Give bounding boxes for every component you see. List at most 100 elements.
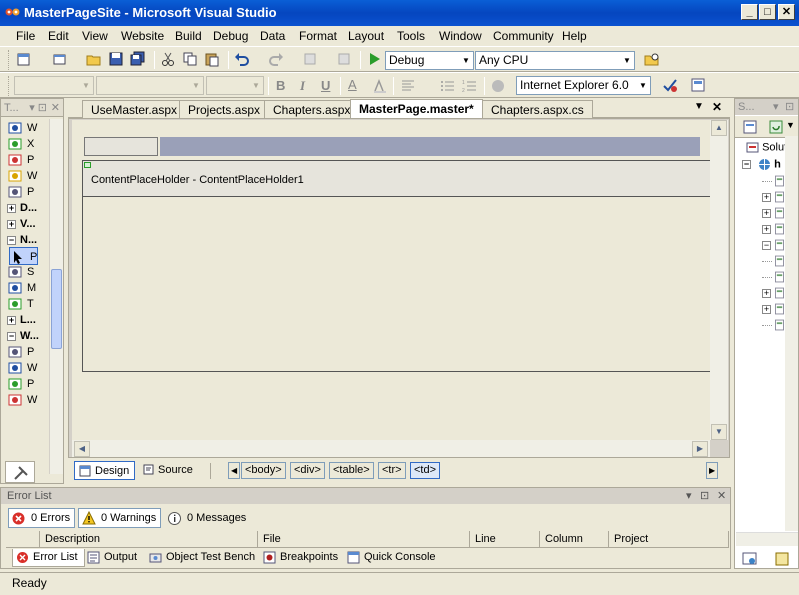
toolbox-item[interactable]: W [7, 391, 37, 409]
menu-help[interactable]: Help [562, 29, 587, 43]
bulleted-list-icon[interactable] [440, 78, 456, 94]
collapse-icon[interactable]: − [742, 160, 751, 169]
content-placeholder-region[interactable]: ContentPlaceHolder - ContentPlaceHolder1 [82, 160, 713, 372]
collapse-icon[interactable]: − [762, 240, 771, 250]
tab-quick-console[interactable]: Quick Console [344, 549, 442, 567]
font-color-icon[interactable]: A [348, 77, 357, 92]
menu-file[interactable]: File [16, 29, 35, 43]
expand-icon[interactable]: + [762, 192, 771, 202]
solution-tree-item[interactable]: + [762, 191, 786, 205]
toolbox-scrollbar[interactable] [49, 119, 63, 474]
expand-icon[interactable]: + [762, 224, 771, 234]
copy-icon[interactable] [182, 51, 198, 67]
scroll-right-button[interactable]: ▶ [692, 441, 708, 457]
refresh-icon[interactable] [769, 120, 783, 134]
column-header-file[interactable]: File [258, 531, 470, 548]
solution-tree-item[interactable] [762, 319, 786, 333]
collapse-icon[interactable]: − [7, 331, 16, 341]
horizontal-scrollbar[interactable]: ◀ ▶ [72, 440, 710, 457]
font-size-dropdown[interactable]: ▼ [206, 76, 264, 95]
design-view-button[interactable]: Design [74, 461, 136, 480]
undo-icon[interactable] [234, 51, 250, 67]
toolbar-grip[interactable] [8, 50, 11, 70]
solution-tree-item[interactable] [762, 255, 786, 269]
menu-format[interactable]: Format [299, 29, 337, 43]
solution-tree-item[interactable]: + [762, 287, 786, 301]
window-position-icon[interactable]: ▾ [773, 99, 779, 115]
toolbox-scroll-thumb[interactable] [51, 269, 62, 349]
tag-tr[interactable]: <tr> [378, 462, 406, 479]
column-header-column[interactable]: Column [540, 531, 609, 548]
solution-tree-item[interactable] [762, 175, 786, 189]
expand-icon[interactable]: + [7, 219, 16, 229]
minimize-button[interactable]: _ [741, 4, 758, 20]
messages-filter-button[interactable]: 0 Messages [164, 508, 251, 528]
tab-list-icon[interactable]: ▼ [694, 101, 704, 112]
solution-tree-item[interactable]: + [762, 223, 786, 237]
check-accessibility-icon[interactable] [662, 77, 678, 93]
maximize-button[interactable]: □ [759, 4, 776, 20]
project-node[interactable]: − h [742, 158, 781, 171]
solution-root-node[interactable]: Soluti [746, 141, 790, 154]
tag-table[interactable]: <table> [329, 462, 374, 479]
highlight-icon[interactable] [372, 78, 388, 94]
tab-projects-aspx[interactable]: Projects.aspx [179, 100, 270, 118]
open-folder-icon[interactable] [86, 51, 102, 67]
properties-icon[interactable] [743, 120, 757, 134]
underline-icon[interactable]: U [321, 78, 330, 93]
expand-icon[interactable]: + [7, 203, 16, 213]
tab-output[interactable]: Output [84, 549, 143, 567]
tag-td[interactable]: <td> [410, 462, 441, 479]
save-all-icon[interactable] [130, 51, 146, 67]
paste-icon[interactable] [204, 51, 220, 67]
menu-edit[interactable]: Edit [48, 29, 69, 43]
justify-icon[interactable] [400, 78, 416, 94]
scroll-tags-right-button[interactable]: ▶ [706, 462, 719, 479]
menu-window[interactable]: Window [439, 29, 482, 43]
tag-body[interactable]: <body> [241, 462, 286, 479]
expand-icon[interactable]: + [762, 208, 771, 218]
bold-icon[interactable]: B [276, 78, 285, 93]
page-canvas[interactable]: ContentPlaceHolder - ContentPlaceHolder1… [72, 120, 728, 440]
tab-breakpoints[interactable]: Breakpoints [260, 549, 344, 567]
column-header-project[interactable]: Project [609, 531, 729, 548]
expand-icon[interactable]: + [762, 288, 771, 298]
solution-tree-item[interactable]: + [762, 303, 786, 317]
close-button[interactable]: ✕ [778, 4, 795, 20]
menu-view[interactable]: View [82, 29, 108, 43]
menu-website[interactable]: Website [121, 29, 164, 43]
menu-build[interactable]: Build [175, 29, 202, 43]
class-view-tab-icon[interactable] [774, 551, 790, 567]
font-name-dropdown[interactable]: ▼ [96, 76, 204, 95]
scroll-left-button[interactable]: ◀ [74, 441, 90, 457]
menu-layout[interactable]: Layout [348, 29, 384, 43]
auto-hide-icon[interactable]: ⊡ [700, 488, 709, 504]
header-cell-right[interactable] [160, 137, 700, 156]
start-debugging-icon[interactable] [366, 51, 382, 67]
header-cell-left[interactable] [84, 137, 158, 156]
redo-icon[interactable] [268, 51, 284, 67]
tab-object-test-bench[interactable]: Object Test Bench [146, 549, 261, 567]
collapse-icon[interactable]: − [7, 235, 16, 245]
column-header-description[interactable]: Description [40, 531, 258, 548]
expand-icon[interactable]: + [7, 315, 16, 325]
source-view-button[interactable]: Source [138, 461, 198, 480]
toolbar-grip[interactable] [8, 76, 11, 96]
close-icon[interactable]: ✕ [717, 488, 726, 504]
solution-tree-item[interactable]: − [762, 239, 786, 253]
column-header-icon[interactable] [6, 531, 40, 548]
solution-configuration-dropdown[interactable]: Debug ▼ [385, 51, 474, 70]
menu-debug[interactable]: Debug [213, 29, 248, 43]
numbered-list-icon[interactable]: 12 [462, 78, 478, 94]
italic-icon[interactable]: I [300, 78, 305, 94]
column-header-line[interactable]: Line [470, 531, 540, 548]
auto-hide-icon[interactable]: ⊡ [785, 99, 794, 115]
solution-hscrollbar[interactable] [736, 532, 798, 546]
new-project-icon[interactable] [16, 51, 32, 67]
tag-div[interactable]: <div> [290, 462, 325, 479]
cut-icon[interactable] [160, 51, 176, 67]
close-document-icon[interactable]: ✕ [712, 100, 722, 114]
expand-icon[interactable]: + [762, 304, 771, 314]
close-icon[interactable]: ✕ [51, 99, 60, 117]
tab-chapters-aspx[interactable]: Chapters.aspx [264, 100, 360, 118]
